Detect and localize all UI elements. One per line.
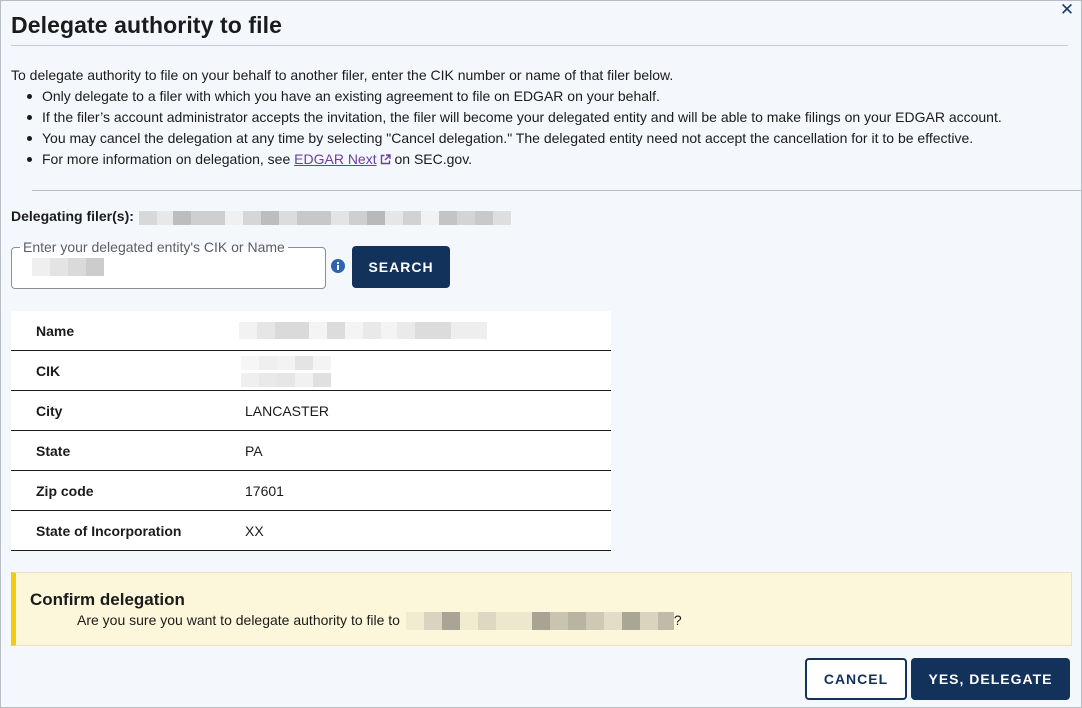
cik-or-name-label: Enter your delegated entity's CIK or Nam… <box>20 239 288 255</box>
details-value: XX <box>245 523 264 539</box>
more-info-prefix: For more information on delegation, see <box>42 151 295 167</box>
bullet-item: You may cancel the delegation at any tim… <box>25 130 1002 151</box>
section-divider <box>32 190 1082 191</box>
delegate-dialog: Delegate authority to file ✕ To delegate… <box>0 0 1082 708</box>
details-key: CIK <box>36 363 61 379</box>
confirm-text-suffix: ? <box>673 612 682 628</box>
edgar-next-link-text[interactable]: EDGAR Next <box>294 151 376 167</box>
details-value: 17601 <box>245 483 284 499</box>
close-icon[interactable]: ✕ <box>1059 1 1075 18</box>
confirm-text: Are you sure you want to delegate author… <box>77 612 682 631</box>
confirm-text-prefix: Are you sure you want to delegate author… <box>77 612 400 628</box>
confirm-title: Confirm delegation <box>30 590 185 609</box>
edgar-next-link[interactable]: EDGAR Next <box>294 151 391 167</box>
confirm-entity-redacted <box>405 612 674 631</box>
delegating-filers-redacted <box>138 209 511 226</box>
bullet-item-more-info: For more information on delegation, see … <box>25 151 1002 172</box>
intro-bullets: Only delegate to a filer with which you … <box>25 88 1002 172</box>
confirm-delegation-alert: Confirm delegation Are you sure you want… <box>11 572 1072 646</box>
bullet-item: If the filer’s account administrator acc… <box>25 109 1002 130</box>
details-key: State of Incorporation <box>36 523 182 539</box>
details-row-state: State PA <box>11 431 611 471</box>
yes-delegate-button[interactable]: YES, DELEGATE <box>911 658 1070 700</box>
search-button[interactable]: SEARCH <box>352 246 450 288</box>
bullet-item: Only delegate to a filer with which you … <box>25 88 1002 109</box>
details-row-incorporation: State of Incorporation XX <box>11 511 611 551</box>
intro-text: To delegate authority to file on your be… <box>11 67 674 83</box>
details-row-name: Name <box>11 311 611 351</box>
delegating-filers: Delegating filer(s): <box>11 208 511 226</box>
details-key: Zip code <box>36 483 94 499</box>
external-link-icon <box>380 154 391 165</box>
details-value: LANCASTER <box>245 403 330 419</box>
dialog-title: Delegate authority to file <box>11 12 282 38</box>
entity-details-table: Name CIK City LANCASTER State PA Zip cod… <box>11 311 611 551</box>
cik-or-name-input[interactable]: Enter your delegated entity's CIK or Nam… <box>11 239 326 289</box>
info-icon[interactable] <box>331 259 345 273</box>
cik-or-name-value-redacted[interactable] <box>32 258 104 276</box>
details-value-redacted <box>241 354 331 387</box>
details-key: Name <box>36 323 75 339</box>
title-divider <box>11 45 1068 46</box>
details-value-redacted <box>239 321 487 339</box>
details-key: City <box>36 403 63 419</box>
details-value: PA <box>245 443 263 459</box>
more-info-suffix: on SEC.gov. <box>390 151 473 167</box>
cancel-button[interactable]: CANCEL <box>805 658 907 700</box>
details-key: State <box>36 443 71 459</box>
details-row-zip: Zip code 17601 <box>11 471 611 511</box>
delegating-filers-label: Delegating filer(s): <box>11 208 134 224</box>
details-row-cik: CIK <box>11 351 611 391</box>
details-row-city: City LANCASTER <box>11 391 611 431</box>
